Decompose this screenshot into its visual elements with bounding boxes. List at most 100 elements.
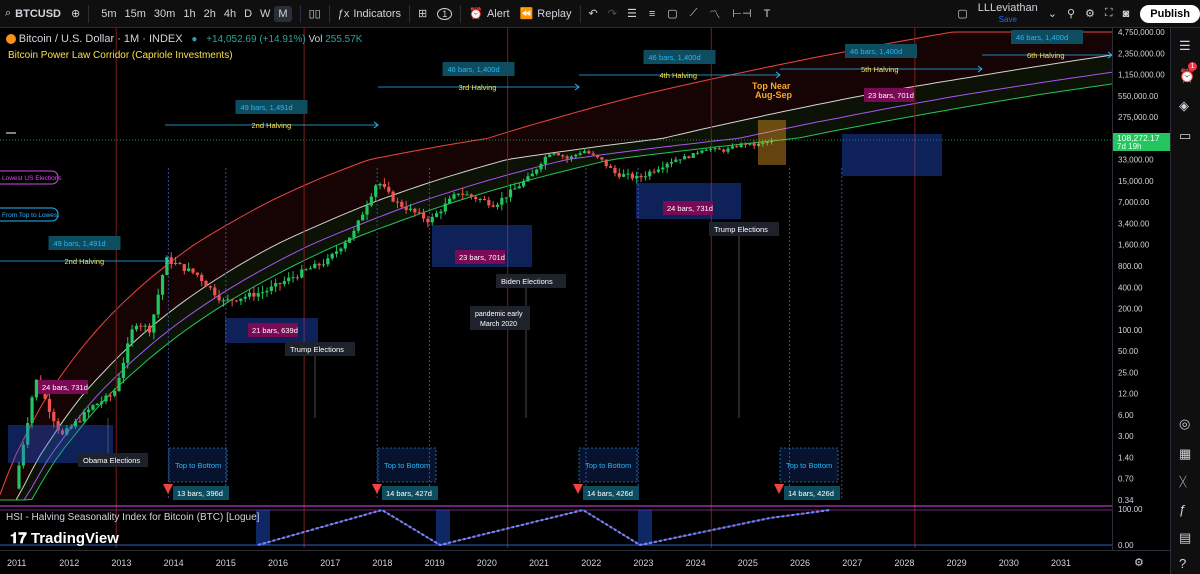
candle-body (682, 156, 687, 160)
candle-body (274, 283, 278, 287)
candle-body (365, 205, 369, 215)
calendar-icon[interactable]: ▦ (1179, 446, 1191, 462)
timeframe-w[interactable]: W (256, 8, 274, 20)
replay-button[interactable]: ⏪ Replay (515, 0, 577, 28)
ideas-icon[interactable]: ᚷ (1179, 474, 1187, 489)
symbol-name: BTCUSD (15, 7, 62, 20)
price-tick-label: 400.00 (1118, 283, 1143, 292)
candle-body (361, 214, 365, 221)
scripts-icon[interactable]: ƒ (1179, 502, 1186, 517)
candle-body (126, 343, 130, 363)
candle-body (300, 269, 304, 278)
chat-icon[interactable]: ▭ (1179, 128, 1191, 144)
hotlist-icon[interactable]: ▤ (1179, 530, 1191, 546)
layers-icon[interactable]: ◈ (1179, 98, 1189, 114)
candle-body (30, 397, 34, 424)
timeframe-4h[interactable]: 4h (220, 8, 240, 20)
timeframe-m[interactable]: M (274, 5, 292, 22)
candle-body (213, 287, 217, 296)
candle-body (108, 395, 112, 397)
chart-pane[interactable]: Top to Bottom 13 bars, 396d Top to Bottom 1… (0, 28, 1114, 550)
timeframe-1h[interactable]: 1h (179, 8, 199, 20)
candle-body (191, 268, 195, 273)
bottom-bars-label: 14 bars, 426d (587, 489, 633, 498)
layout-count[interactable]: 1 (432, 0, 457, 28)
undo-button[interactable]: ↶ (584, 0, 603, 28)
settings-button[interactable]: ⚙ (1080, 0, 1100, 28)
indicator-legend[interactable]: Bitcoin Power Law Corridor (Capriole Inv… (8, 50, 233, 61)
candle-body (100, 401, 104, 404)
timeframe-d[interactable]: D (240, 8, 256, 20)
redo-button[interactable]: ↷ (603, 0, 622, 28)
indicators-button[interactable]: ƒx Indicators (333, 0, 406, 28)
timeframe-5m[interactable]: 5m (97, 8, 120, 20)
watchlist-icon[interactable]: ☰ (1179, 38, 1191, 54)
notification-badge: 1 (1188, 62, 1197, 71)
candle-body (556, 153, 560, 156)
halving-bars-label: 49 bars, 1,491d (54, 239, 106, 248)
help-icon[interactable]: ? (1179, 556, 1186, 571)
candle-body (343, 242, 347, 249)
publish-button[interactable]: Publish (1140, 4, 1200, 23)
timeframe-2h[interactable]: 2h (200, 8, 220, 20)
fullscreen-button[interactable]: ⛶ (1100, 0, 1118, 28)
price-axis[interactable]: 4,750,000.00 2,350,000.00 1,150,000.00 550,… (1112, 28, 1171, 550)
text-tool-icon[interactable]: T (764, 8, 771, 20)
candle-body (339, 248, 343, 252)
candle-body (730, 146, 734, 149)
top-near-sublabel: Aug-Sep (755, 90, 793, 100)
range-label-text: 24 bars, 731d (42, 383, 88, 392)
compare-button[interactable]: ⊕ (66, 0, 85, 28)
alert-button[interactable]: ⏰ Alert (464, 0, 514, 28)
time-tick-label: 2027 (842, 558, 862, 568)
layout-grid-icon: ⊞ (418, 8, 428, 20)
candle-body (369, 196, 373, 206)
time-axis[interactable]: 2011 2012 2013 2014 2015 2016 2017 2018 2019 2020… (0, 550, 1170, 574)
candle-body (187, 268, 191, 271)
camera-icon: ◙ (1122, 7, 1130, 20)
candle-body (121, 362, 125, 378)
user-menu[interactable]: LLLeviathan Save (973, 0, 1043, 28)
chart-canvas[interactable]: Top to Bottom 13 bars, 396d Top to Bottom 1… (0, 28, 1114, 550)
price-tick-label: 0.70 (1118, 475, 1134, 484)
candle-body (622, 174, 626, 177)
candle-body (317, 263, 321, 266)
fullscreen-box[interactable]: ▢ (952, 0, 972, 28)
candle-body (278, 283, 282, 285)
candle-body (230, 299, 234, 301)
candle-body (691, 153, 695, 158)
target-icon[interactable]: ◎ (1179, 416, 1190, 432)
rect-tool-icon[interactable]: ▢ (667, 7, 677, 20)
candle-body (356, 220, 360, 231)
candle-body (565, 156, 569, 159)
lines-tool-icon[interactable]: ≡ (649, 8, 655, 20)
pattern-tool-icon[interactable]: 〽 (709, 6, 720, 22)
fib-tool-icon[interactable]: ☰ (627, 7, 637, 20)
quick-search-button[interactable]: ⚲ (1062, 0, 1080, 28)
candle-body (735, 146, 739, 148)
snapshot-button[interactable]: ◙ (1118, 0, 1135, 28)
timeframe-15m[interactable]: 15m (121, 8, 150, 20)
candles-icon: ▯▯ (308, 8, 321, 20)
legend-change: +14,052.69 (+14.91%) (206, 34, 306, 45)
candle-body (178, 262, 182, 265)
candle-body (291, 277, 295, 279)
candle-body (169, 257, 173, 264)
trendline-tool-icon[interactable]: ⟋ (690, 7, 698, 20)
subpane-legend[interactable]: HSI - Halving Seasonality Index for Bitc… (6, 512, 259, 523)
chart-type-button[interactable]: ▯▯ (304, 0, 326, 28)
halving-label: 2nd Halving (65, 257, 105, 266)
tradingview-logo: 𝟏𝟕 TradingView (10, 530, 119, 547)
candle-body (87, 409, 91, 413)
candle-body (326, 258, 330, 265)
layouts-button[interactable]: ⊞ (413, 0, 432, 28)
timeframe-30m[interactable]: 30m (150, 8, 179, 20)
tv-logo-icon: 𝟏𝟕 (10, 530, 27, 547)
measure-tool-icon[interactable]: ⊢⊣ (732, 7, 751, 20)
user-menu-chevron[interactable]: ⌄ (1043, 0, 1062, 28)
axis-settings-gear-icon[interactable]: ⚙ (1134, 557, 1144, 569)
bottom-bars-label: 14 bars, 427d (386, 489, 432, 498)
candle-body (465, 194, 469, 196)
top-to-bottom-label: Top to Bottom (585, 461, 631, 470)
symbol-search[interactable]: ⌕ BTCUSD (0, 0, 66, 28)
